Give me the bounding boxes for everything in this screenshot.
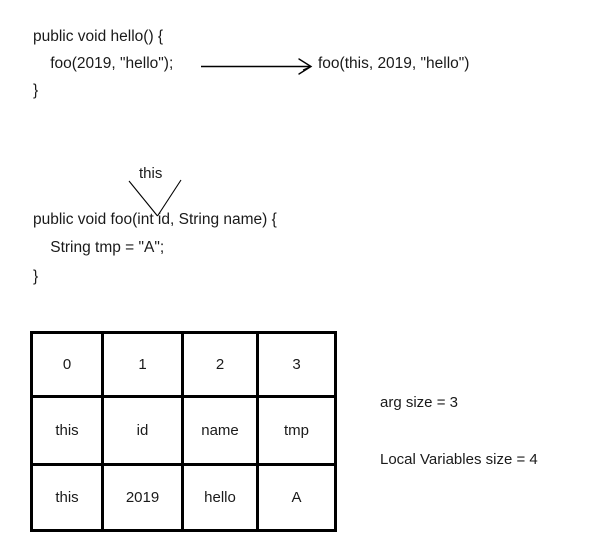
slot-index-cell-2: 2 [181,331,259,398]
caller-code-line-1: public void hello() { [33,28,164,45]
slot-value-cell-2: hello [181,463,259,532]
frame-slot-table: 0 1 2 3 this id name tmp this 2019 hello… [30,331,337,532]
slot-value-cell-0: this [30,463,104,532]
right-arrow-icon [201,58,313,75]
callee-code-line-3: } [33,268,39,285]
callee-code-line-1: public void foo(int id, String name) { [33,211,277,228]
slot-index-cell-1: 1 [101,331,184,398]
diagram-canvas: public void hello() { foo(2019, "hello")… [0,0,590,558]
slot-name-cell-3: tmp [256,395,337,466]
slot-value-cell-3: A [256,463,337,532]
local-variables-size-note: Local Variables size = 4 [380,451,538,468]
table-row: this id name tmp [30,395,337,466]
this-annotation-label: this [139,165,163,182]
slot-name-cell-1: id [101,395,184,466]
table-row: this 2019 hello A [30,463,337,532]
slot-index-cell-3: 3 [256,331,337,398]
caller-code-line-3: } [33,82,39,99]
caller-code-line-2: foo(2019, "hello"); [33,55,174,72]
callee-code-line-2: String tmp = "A"; [33,239,165,256]
slot-name-cell-2: name [181,395,259,466]
slot-name-cell-0: this [30,395,104,466]
table-row: 0 1 2 3 [30,331,337,398]
transformed-call-text: foo(this, 2019, "hello") [318,55,470,72]
arg-size-note: arg size = 3 [380,394,458,411]
slot-value-cell-1: 2019 [101,463,184,532]
slot-index-cell-0: 0 [30,331,104,398]
